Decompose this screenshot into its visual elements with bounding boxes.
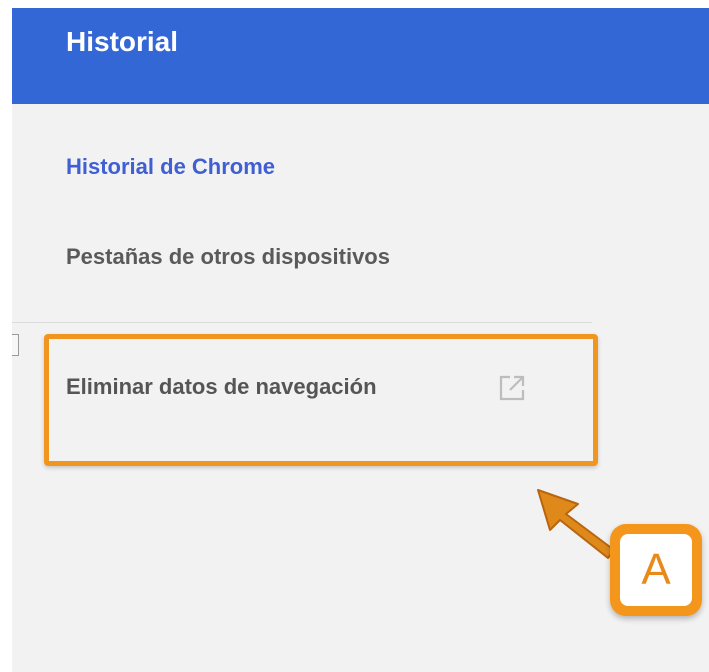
annotation-badge: A [610,524,702,616]
callout-arrow-shape [537,489,615,559]
highlight-box [44,334,598,466]
app-header: Historial [12,8,709,104]
sidebar-divider [12,322,592,323]
callout-arrow-icon [537,489,615,559]
history-sidebar: Historial Historial de Chrome Pestañas d… [12,8,709,672]
nav-item-other-devices-tabs[interactable]: Pestañas de otros dispositivos [66,244,390,270]
nav-item-chrome-history[interactable]: Historial de Chrome [66,154,275,180]
page-title: Historial [66,26,179,57]
annotation-label: A [620,534,692,606]
edge-bracket [12,334,19,356]
